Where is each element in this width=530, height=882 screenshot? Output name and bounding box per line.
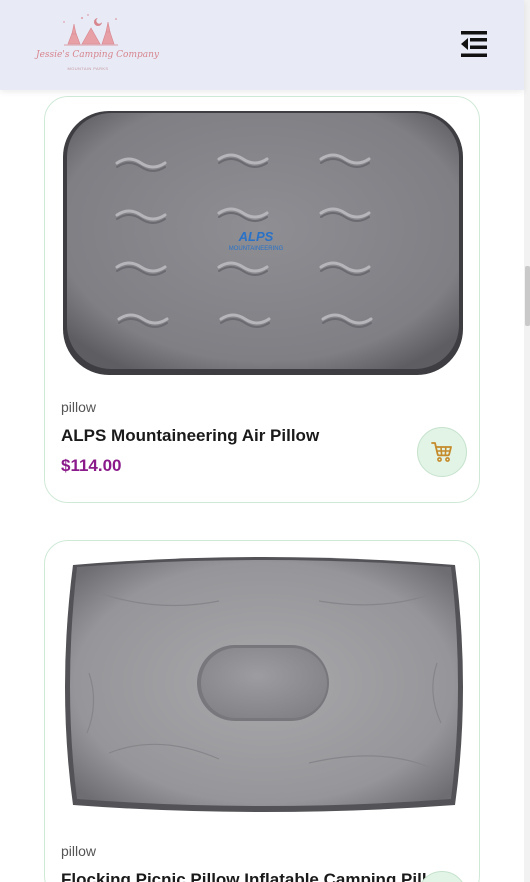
product-card[interactable]: ALPS MOUNTAINEERING pillow ALPS Mountain…: [44, 96, 480, 503]
brand-logo[interactable]: Jessie's Camping Company MOUNTAIN PARKS: [36, 10, 160, 76]
site-header: Jessie's Camping Company MOUNTAIN PARKS: [0, 0, 524, 90]
brand-name: Jessie's Camping Company: [36, 50, 160, 60]
menu-fold-icon: [461, 31, 487, 57]
alps-logo-text: ALPS: [238, 229, 274, 244]
menu-toggle-button[interactable]: [457, 28, 489, 60]
campsite-logo-icon: [63, 14, 118, 46]
product-category: pillow: [61, 843, 97, 859]
add-to-cart-button[interactable]: [417, 427, 467, 477]
product-title[interactable]: ALPS Mountaineering Air Pillow: [61, 426, 319, 446]
brand-tagline: MOUNTAIN PARKS: [67, 66, 109, 71]
product-image[interactable]: [59, 553, 467, 825]
scrollbar-thumb[interactable]: [525, 266, 530, 326]
alps-logo-subtext: MOUNTAINEERING: [229, 246, 284, 252]
product-price: $114.00: [61, 456, 122, 475]
inflatable-pillow-image: [65, 557, 463, 812]
scrollbar-track[interactable]: [524, 0, 530, 882]
shopping-cart-icon: [431, 442, 452, 462]
product-card[interactable]: pillow Flocking Picnic Pillow Inflatable…: [44, 540, 480, 882]
product-title[interactable]: Flocking Picnic Pillow Inflatable Campin…: [61, 870, 471, 882]
product-image[interactable]: ALPS MOUNTAINEERING: [59, 107, 467, 379]
product-category: pillow: [61, 399, 97, 415]
air-pillow-image: ALPS MOUNTAINEERING: [63, 111, 463, 375]
page: Jessie's Camping Company MOUNTAIN PARKS: [0, 0, 530, 882]
